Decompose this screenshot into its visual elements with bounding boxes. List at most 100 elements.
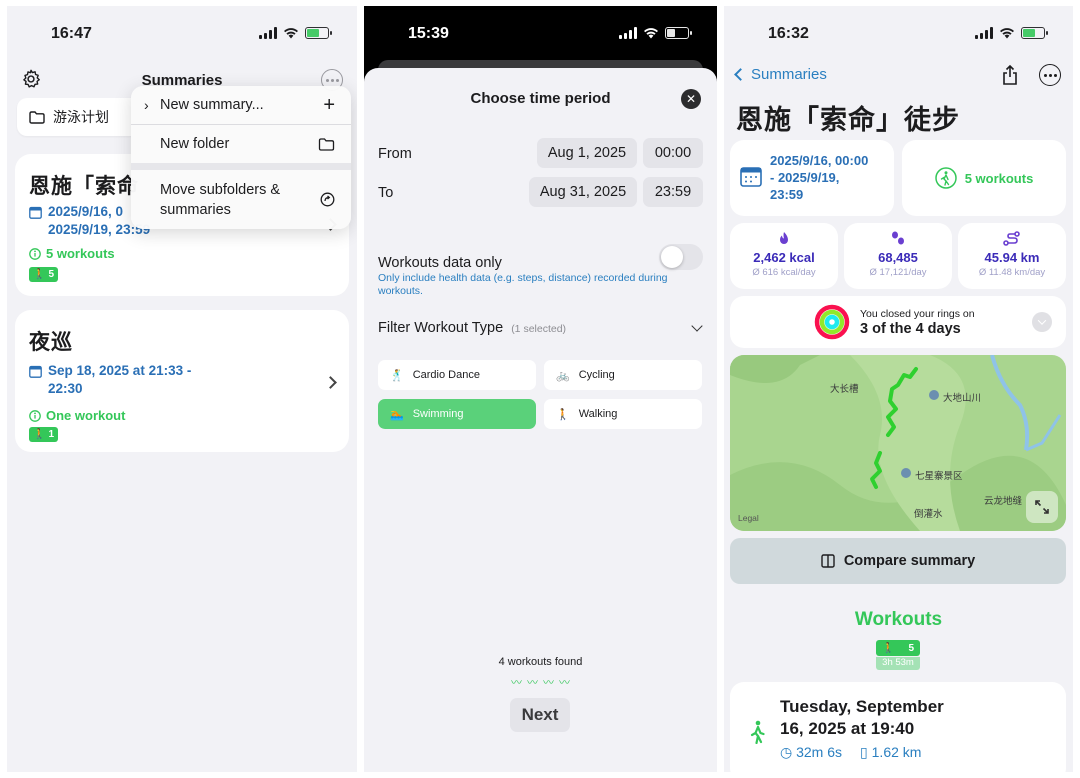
steps-stat: 68,485 Ø 17,121/day	[844, 223, 952, 289]
chevron-left-icon	[734, 68, 747, 81]
workout-type-cardio-dance[interactable]: 🕺 Cardio Dance	[378, 360, 536, 390]
back-button[interactable]: Summaries	[732, 66, 827, 83]
calendar-icon	[29, 365, 42, 378]
workout-entry[interactable]: Tuesday, September 16, 2025 at 19:40 ◷ 3…	[730, 682, 1066, 772]
footprints-icon	[892, 231, 904, 245]
workout-total-duration: 3h 53m	[876, 657, 920, 670]
workout-badge: 🚶 1	[29, 427, 59, 442]
to-time-picker[interactable]: 23:59	[643, 177, 703, 207]
folder-chip[interactable]: 游泳计划	[17, 98, 145, 136]
from-time-picker[interactable]: 00:00	[643, 138, 703, 168]
from-date-picker[interactable]: Aug 1, 2025	[537, 138, 637, 168]
battery-icon	[1021, 27, 1048, 39]
status-time: 16:47	[51, 25, 92, 42]
clock-icon: ◷	[780, 744, 793, 760]
walking-icon: 🚶	[33, 429, 46, 440]
distance-stat: 45.94 km Ø 11.48 km/day	[958, 223, 1066, 289]
signal-icon	[259, 27, 277, 39]
walking-icon	[750, 720, 765, 744]
page-title: 恩施「索命」徒步	[736, 105, 960, 135]
walking-icon: 🚶	[556, 408, 570, 421]
workout-type-cycling[interactable]: 🚲 Cycling	[544, 360, 702, 390]
activity-rings-card[interactable]: You closed your rings on 3 of the 4 days	[730, 296, 1066, 348]
dance-icon: 🕺	[390, 369, 404, 382]
summary-workout-count: 5 workouts	[29, 246, 115, 261]
summaries-screen: 16:47 Summaries 游泳计划 恩施「索命 2025/9/16, 02…	[7, 6, 357, 772]
close-icon[interactable]: ✕	[681, 89, 701, 109]
route-icon	[1003, 231, 1020, 246]
wifi-icon	[284, 28, 298, 39]
workout-badge: 🚶 5	[29, 267, 59, 282]
summary-date-range: Sep 18, 2025 at 21:33 -22:30	[29, 362, 191, 398]
workout-icon	[934, 167, 957, 189]
summary-card[interactable]: 夜巡 Sep 18, 2025 at 21:33 -22:30 One work…	[15, 310, 349, 452]
date-range-card: 2025/9/16, 00:00 - 2025/9/19, 23:59	[730, 140, 894, 216]
workout-distance: ▯ 1.62 km	[860, 744, 922, 760]
activity-rings-icon	[814, 304, 850, 340]
workouts-heading: Workouts	[854, 609, 943, 630]
route-map[interactable]: 大长槽 大地山川 七星寨景区 云龙地缝 倒灌水 Legal	[730, 355, 1066, 531]
chevron-right-icon	[324, 376, 337, 389]
status-time: 16:32	[768, 25, 809, 42]
workout-duration: ◷ 32m 6s	[780, 744, 843, 760]
summary-title: 恩施「索命	[29, 175, 139, 198]
folder-icon	[29, 110, 45, 124]
wifi-icon	[1000, 28, 1014, 39]
workout-type-swimming[interactable]: 🏊 Swimming	[378, 399, 536, 429]
flame-icon	[780, 232, 788, 244]
next-button[interactable]: Next	[510, 698, 570, 732]
chevron-right-small-icon: ›	[144, 97, 149, 113]
calendar-icon	[29, 206, 42, 219]
calendar-icon	[740, 167, 762, 187]
workouts-only-label: Workouts data only	[378, 255, 502, 271]
to-date-picker[interactable]: Aug 31, 2025	[529, 177, 637, 207]
plus-icon: +	[323, 93, 335, 116]
menu-item-move[interactable]: Move subfolders & summaries	[131, 170, 351, 229]
to-label: To	[378, 185, 394, 201]
time-period-screen: 15:39 Choose time period ✕ From Aug 1, 2…	[364, 6, 717, 772]
signal-icon	[975, 27, 993, 39]
split-view-icon	[821, 554, 835, 568]
calories-stat: 2,462 kcal Ø 616 kcal/day	[730, 223, 838, 289]
folder-icon	[318, 137, 335, 151]
walking-icon: 🚶	[882, 642, 895, 654]
summary-detail-screen: 16:32 Summaries 恩施「索命」徒步 2025/9/16, 00:0…	[724, 6, 1073, 772]
workouts-only-toggle[interactable]	[659, 244, 703, 270]
sheet-title: Choose time period	[470, 90, 611, 107]
map-legal-link[interactable]: Legal	[738, 513, 759, 523]
poi-marker-icon	[901, 468, 911, 478]
workouts-count-card[interactable]: 5 workouts	[902, 140, 1066, 216]
filter-workout-type[interactable]: Filter Workout Type (1 selected)	[378, 320, 566, 336]
menu-item-new-summary[interactable]: › New summary... +	[131, 86, 351, 124]
swimming-icons: 〰〰〰〰	[511, 677, 570, 689]
workout-type-walking[interactable]: 🚶 Walking	[544, 399, 702, 429]
status-bar: 15:39	[364, 6, 717, 60]
workout-icon	[29, 409, 41, 422]
walking-icon: 🚶	[33, 269, 46, 280]
share-icon[interactable]	[1001, 64, 1019, 86]
wifi-icon	[644, 28, 658, 39]
summary-workout-count: One workout	[29, 408, 125, 423]
map-icon: ▯	[860, 744, 868, 760]
context-menu: › New summary... + New folder Move subfo…	[131, 86, 351, 229]
status-bar: 16:32	[724, 6, 1073, 60]
folder-chip-label: 游泳计划	[53, 109, 109, 125]
poi-marker-icon	[929, 390, 939, 400]
signal-icon	[619, 27, 637, 39]
workouts-only-hint: Only include health data (e.g. steps, di…	[378, 272, 668, 297]
expand-map-icon[interactable]	[1026, 491, 1058, 523]
status-bar: 16:47	[7, 6, 357, 60]
status-time: 15:39	[408, 25, 449, 42]
battery-icon	[305, 27, 332, 39]
summary-title: 夜巡	[29, 331, 73, 354]
battery-icon	[665, 27, 692, 39]
menu-item-new-folder[interactable]: New folder	[131, 125, 351, 163]
chevron-down-icon[interactable]	[691, 320, 703, 332]
compare-summary-button[interactable]: Compare summary	[730, 538, 1066, 584]
time-period-sheet: Choose time period ✕ From Aug 1, 2025 00…	[364, 68, 717, 772]
from-label: From	[378, 146, 412, 162]
swimming-icon: 🏊	[390, 408, 404, 421]
more-options-icon[interactable]	[1039, 64, 1061, 86]
chevron-down-icon[interactable]	[1032, 312, 1052, 332]
cycling-icon: 🚲	[556, 369, 570, 382]
